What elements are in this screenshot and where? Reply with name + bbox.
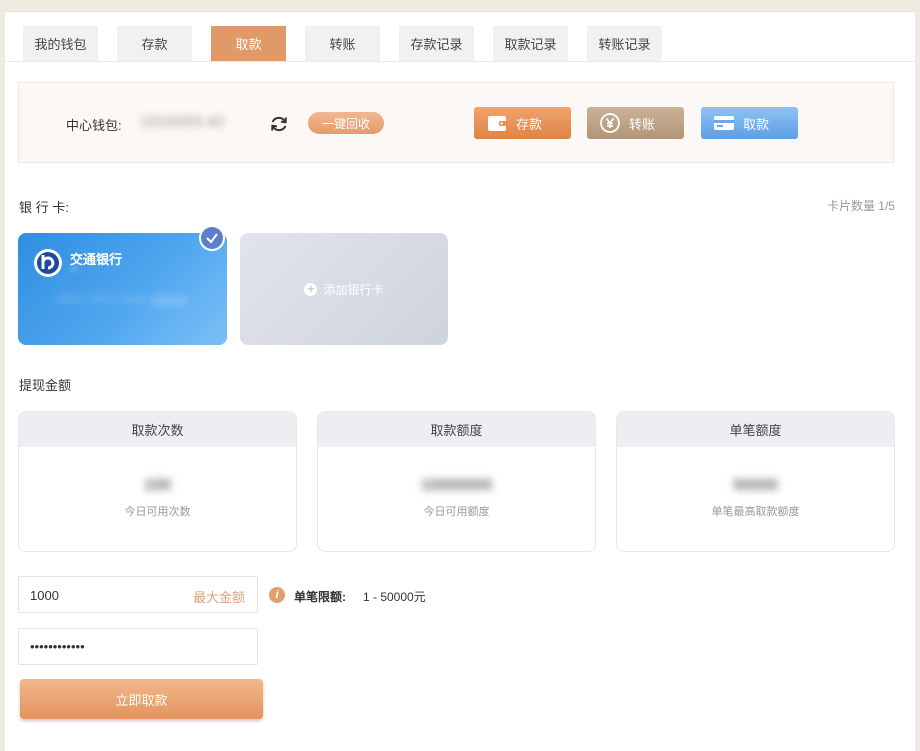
transfer-button[interactable]: 转账 — [587, 107, 684, 139]
stat-subtitle: 今日可用额度 — [423, 506, 490, 518]
add-bank-card-label: 添加银行卡 — [323, 282, 384, 297]
stat-single-limit: 单笔额度 50000 单笔最高取款额度 — [616, 411, 895, 552]
deposit-button[interactable]: 存款 — [474, 107, 571, 139]
transfer-label: 转账 — [629, 116, 656, 132]
stat-value: 10000000 — [420, 477, 493, 494]
stat-withdraw-count: 取款次数 100 今日可用次数 — [18, 411, 297, 552]
max-amount-link[interactable]: 最大金额 — [193, 587, 245, 606]
stat-header: 取款额度 — [318, 412, 595, 447]
card-holder: ** — [70, 266, 78, 277]
selected-check-icon — [199, 225, 225, 251]
stat-header: 取款次数 — [19, 412, 296, 447]
card-icon — [713, 112, 735, 134]
one-click-recycle-button[interactable]: 一键回收 — [308, 112, 384, 134]
stat-value: 100 — [144, 477, 171, 494]
deposit-label: 存款 — [516, 116, 543, 132]
tab-deposit-records[interactable]: 存款记录 — [399, 26, 474, 61]
bank-logo-icon — [34, 249, 62, 277]
center-wallet-bar: 中心钱包: 1010253.42 一键回收 存款 转账 取款 — [18, 82, 894, 163]
bank-card[interactable]: 交通银行 ** **** **** **** 0000 — [18, 233, 227, 345]
bank-card-title: 银 行 卡: — [19, 200, 69, 215]
stat-header: 单笔额度 — [617, 412, 894, 447]
wallet-balance: 1010253.42 — [141, 113, 225, 129]
stat-value: 50000 — [733, 477, 778, 494]
info-icon: i — [269, 587, 285, 603]
yuan-exchange-icon — [599, 112, 621, 134]
plus-icon: + — [304, 282, 318, 296]
refresh-icon[interactable] — [268, 113, 290, 135]
tab-bar: 我的钱包 存款 取款 转账 存款记录 取款记录 转账记录 — [23, 26, 681, 61]
card-number: **** **** **** 0000 — [56, 294, 187, 308]
single-limit-value: 1 - 50000元 — [363, 590, 426, 604]
tab-withdraw[interactable]: 取款 — [211, 26, 286, 61]
amount-field: 最大金额 — [18, 576, 258, 614]
tab-withdraw-records[interactable]: 取款记录 — [493, 26, 568, 61]
password-field — [18, 628, 258, 665]
stat-subtitle: 今日可用次数 — [124, 506, 191, 518]
withdraw-amount-title: 提现金额 — [19, 378, 72, 393]
withdraw-now-button[interactable]: 立即取款 — [20, 679, 263, 719]
tab-divider — [5, 61, 915, 62]
password-input[interactable] — [19, 629, 257, 664]
withdraw-button[interactable]: 取款 — [701, 107, 798, 139]
tab-transfer-records[interactable]: 转账记录 — [587, 26, 662, 61]
single-limit-label: 单笔限额: — [294, 590, 346, 604]
tab-deposit[interactable]: 存款 — [117, 26, 192, 61]
stat-withdraw-quota: 取款额度 10000000 今日可用额度 — [317, 411, 596, 552]
card-count: 卡片数量 1/5 — [826, 199, 895, 213]
tab-my-wallet[interactable]: 我的钱包 — [23, 26, 98, 61]
wallet-label: 中心钱包: — [66, 118, 122, 133]
amount-input[interactable] — [19, 577, 192, 614]
withdraw-panel: 我的钱包 存款 取款 转账 存款记录 取款记录 转账记录 中心钱包: 10102… — [5, 11, 915, 751]
withdraw-label: 取款 — [743, 116, 770, 132]
tab-transfer[interactable]: 转账 — [305, 26, 380, 61]
add-bank-card-button[interactable]: + 添加银行卡 — [240, 233, 448, 345]
stat-subtitle: 单笔最高取款额度 — [711, 506, 800, 518]
wallet-icon — [486, 112, 508, 134]
